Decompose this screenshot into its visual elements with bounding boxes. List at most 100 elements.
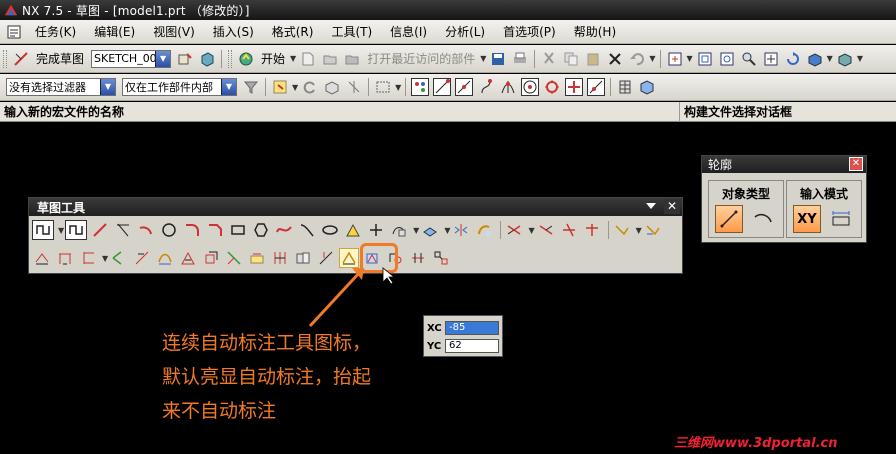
existing-point-icon[interactable] bbox=[565, 78, 584, 96]
sketch-tools-header[interactable]: 草图工具 ✕ bbox=[29, 198, 682, 216]
menu-edit[interactable]: 编辑(E) bbox=[85, 23, 144, 40]
reattach-icon[interactable] bbox=[198, 50, 216, 68]
constraint-browser-icon[interactable] bbox=[293, 248, 313, 268]
point-on-curve-icon[interactable] bbox=[587, 78, 606, 96]
snap-point-icon[interactable] bbox=[411, 78, 430, 96]
chevron-down-icon[interactable]: ▼ bbox=[528, 226, 534, 235]
profile-tool-icon[interactable] bbox=[32, 220, 54, 240]
drag-dimension-icon[interactable] bbox=[316, 248, 336, 268]
undo-icon[interactable] bbox=[628, 50, 646, 68]
start-button[interactable]: 开始 bbox=[261, 50, 285, 67]
quick-trim-icon[interactable] bbox=[504, 220, 524, 240]
yc-field[interactable]: 62 bbox=[445, 339, 499, 353]
feature-select-icon[interactable] bbox=[323, 78, 341, 96]
delete-icon[interactable] bbox=[606, 50, 624, 68]
show-remove-icon[interactable] bbox=[178, 248, 198, 268]
fit-spline-icon[interactable] bbox=[343, 220, 363, 240]
chevron-down-icon[interactable]: ▼ bbox=[687, 54, 693, 63]
fillet-tool-icon[interactable] bbox=[182, 220, 202, 240]
selection-scope-select[interactable]: 仅在工作部件内部 ▼ bbox=[122, 78, 237, 96]
chevron-down-icon[interactable]: ▼ bbox=[290, 54, 296, 63]
mirror-curve-icon[interactable] bbox=[451, 220, 471, 240]
chevron-down-icon[interactable]: ▼ bbox=[292, 83, 298, 92]
add-existing-icon[interactable] bbox=[474, 220, 494, 240]
orient-view-icon[interactable] bbox=[176, 50, 194, 68]
chamfer-tool-icon[interactable] bbox=[205, 220, 225, 240]
menu-help[interactable]: 帮助(H) bbox=[565, 23, 625, 40]
ellipse-tool-icon[interactable] bbox=[320, 220, 340, 240]
inferred-dimension-icon[interactable] bbox=[32, 248, 52, 268]
menu-format[interactable]: 格式(R) bbox=[263, 23, 323, 40]
paste-icon[interactable] bbox=[584, 50, 602, 68]
rectangle-tool-icon[interactable] bbox=[228, 220, 248, 240]
menu-task[interactable]: 任务(K) bbox=[26, 23, 85, 40]
line-tool-icon[interactable] bbox=[90, 220, 110, 240]
intersection-icon[interactable] bbox=[499, 78, 517, 96]
close-dialog-button[interactable]: ✕ bbox=[849, 157, 863, 171]
zoom-icon[interactable] bbox=[696, 50, 714, 68]
project-curve-icon[interactable] bbox=[420, 220, 440, 240]
menu-tools[interactable]: 工具(T) bbox=[322, 23, 381, 40]
type-filter-select[interactable]: 没有选择过滤器 ▼ bbox=[6, 78, 116, 96]
model-view-icon[interactable] bbox=[638, 78, 656, 96]
parameter-mode-button[interactable] bbox=[827, 205, 855, 233]
control-point-icon[interactable] bbox=[477, 78, 495, 96]
derived-line-icon[interactable] bbox=[113, 220, 133, 240]
mid-point-icon[interactable] bbox=[455, 78, 474, 96]
filter-icon[interactable] bbox=[242, 78, 260, 96]
arc-mode-button[interactable] bbox=[749, 205, 777, 233]
menu-insert[interactable]: 插入(S) bbox=[204, 23, 263, 40]
copy-icon[interactable] bbox=[562, 50, 580, 68]
finish-sketch-button[interactable]: 完成草图 bbox=[36, 50, 84, 67]
end-point-icon[interactable] bbox=[433, 78, 452, 96]
new-file-icon[interactable] bbox=[299, 50, 317, 68]
profile-dialog-header[interactable]: 轮廓 ✕ bbox=[702, 156, 866, 173]
vertical-dimension-icon[interactable] bbox=[78, 248, 98, 268]
rectangle-select-icon[interactable] bbox=[374, 78, 392, 96]
chevron-down-icon[interactable]: ▼ bbox=[444, 226, 450, 235]
chevron-down-icon[interactable]: ▼ bbox=[636, 226, 642, 235]
evaluate-sketch-icon[interactable] bbox=[431, 248, 451, 268]
show-constraints-icon[interactable] bbox=[132, 248, 152, 268]
chevron-down-icon[interactable]: ▼ bbox=[155, 50, 171, 67]
create-auto-dimension-icon[interactable] bbox=[339, 248, 360, 268]
quick-extend-icon[interactable] bbox=[536, 220, 556, 240]
profile-tool-2-icon[interactable] bbox=[65, 220, 88, 240]
horizontal-dimension-icon[interactable] bbox=[55, 248, 75, 268]
layer-grid-icon[interactable] bbox=[616, 78, 634, 96]
finish-sketch-icon[interactable] bbox=[12, 50, 30, 68]
snap-select-icon[interactable] bbox=[345, 78, 363, 96]
chevron-down-icon[interactable]: ▼ bbox=[827, 54, 833, 63]
arc-center-icon[interactable] bbox=[521, 78, 540, 96]
make-corner-icon[interactable] bbox=[559, 220, 579, 240]
cut-icon[interactable] bbox=[540, 50, 558, 68]
open-recent-icon[interactable] bbox=[343, 50, 361, 68]
trim-recipe-icon[interactable] bbox=[582, 220, 602, 240]
open-recent-part-button[interactable]: 打开最近访问的部件 bbox=[367, 50, 475, 67]
close-panel-button[interactable]: ✕ bbox=[664, 199, 680, 214]
menu-view[interactable]: 视图(V) bbox=[144, 23, 204, 40]
alternate-solution-icon[interactable] bbox=[224, 248, 244, 268]
polygon-tool-icon[interactable] bbox=[251, 220, 271, 240]
toolbar-grip[interactable] bbox=[3, 49, 7, 68]
conic-tool-icon[interactable] bbox=[297, 220, 317, 240]
save-icon[interactable] bbox=[489, 50, 507, 68]
delay-evaluation-icon[interactable] bbox=[408, 248, 428, 268]
print-icon[interactable] bbox=[511, 50, 529, 68]
chevron-down-icon[interactable]: ▼ bbox=[649, 54, 655, 63]
open-file-icon[interactable] bbox=[321, 50, 339, 68]
toolbar-grip[interactable] bbox=[228, 49, 233, 68]
chevron-down-icon[interactable]: ▼ bbox=[413, 226, 419, 235]
app-menu-icon[interactable] bbox=[6, 24, 22, 40]
general-select-icon[interactable] bbox=[271, 78, 289, 96]
chevron-down-icon[interactable]: ▼ bbox=[58, 226, 64, 235]
sketch-name-select[interactable]: SKETCH_000 ▼ bbox=[91, 49, 172, 68]
constraints-icon[interactable] bbox=[612, 220, 632, 240]
chevron-down-icon[interactable]: ▼ bbox=[857, 54, 863, 63]
shaded-view-icon[interactable] bbox=[806, 50, 824, 68]
circle-tool-icon[interactable] bbox=[159, 220, 179, 240]
magnify-icon[interactable] bbox=[740, 50, 758, 68]
chevron-down-icon[interactable]: ▼ bbox=[221, 79, 236, 95]
infer-settings-icon[interactable] bbox=[247, 248, 267, 268]
chevron-down-icon[interactable]: ▼ bbox=[395, 83, 401, 92]
